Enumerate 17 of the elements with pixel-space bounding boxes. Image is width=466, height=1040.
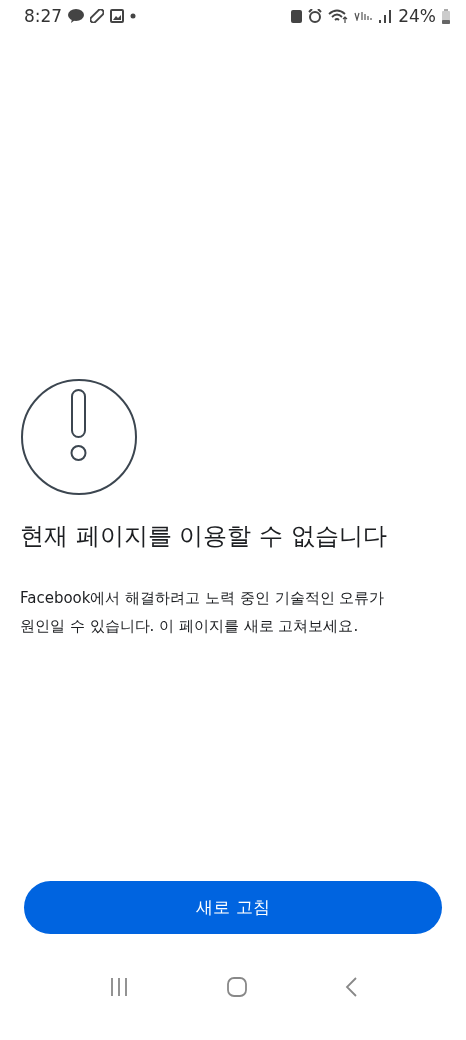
error-message: Facebook에서 해결하려고 노력 중인 기술적인 오류가 원인일 수 있습니다. 이 페이지를 새로 고쳐보세요. — [20, 588, 386, 637]
dot-icon — [130, 13, 137, 19]
refresh-button[interactable]: 새로 고침 — [24, 881, 442, 934]
chat-bubble-icon — [68, 9, 85, 23]
battery-percentage: 24% — [398, 6, 436, 26]
pill-icon — [90, 9, 105, 23]
battery-icon — [442, 8, 450, 24]
recent-apps-icon[interactable] — [109, 978, 129, 996]
home-icon[interactable] — [227, 977, 247, 997]
error-title: 현재 페이지를 이용할 수 없습니다 — [20, 521, 388, 552]
clock-time: 8:27 — [24, 6, 63, 26]
signal-icon — [378, 9, 393, 23]
wifi-icon — [328, 9, 349, 23]
alarm-icon — [308, 9, 323, 23]
warning-icon — [20, 378, 138, 496]
back-icon[interactable] — [345, 977, 357, 997]
image-icon — [110, 9, 125, 23]
